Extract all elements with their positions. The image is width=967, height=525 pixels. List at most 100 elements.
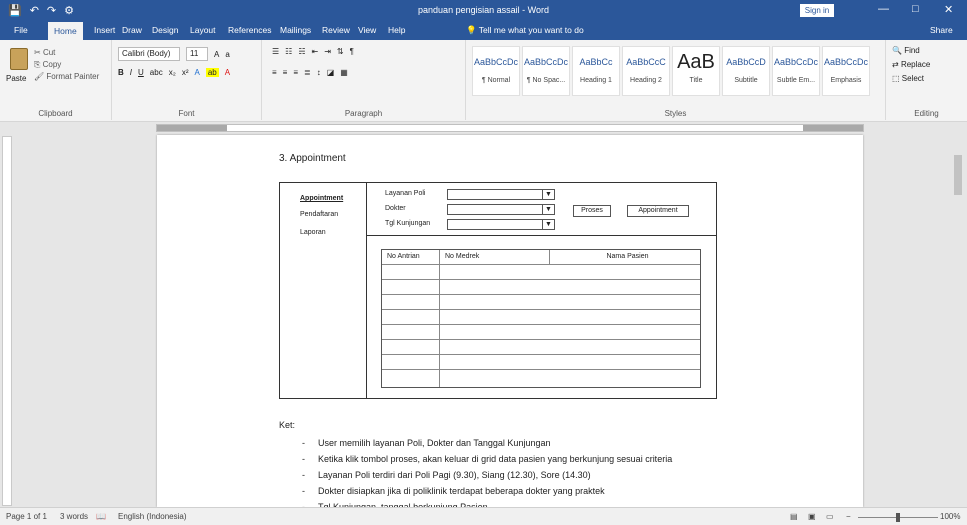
- notes-title: Ket:: [279, 420, 296, 430]
- share-button[interactable]: Share: [930, 25, 953, 35]
- bullets-icon[interactable]: ☰: [272, 47, 279, 56]
- grid-cell: [382, 265, 440, 279]
- maximize-button[interactable]: □: [912, 3, 919, 15]
- mockup-label-tgl-kunjungan: Tgl Kunjungan: [385, 220, 431, 227]
- mockup-select-dokter: ▼: [447, 204, 555, 215]
- cut-button[interactable]: ✂ Cut: [34, 48, 55, 57]
- tab-mailings[interactable]: Mailings: [280, 25, 311, 35]
- tab-insert[interactable]: Insert: [94, 25, 115, 35]
- dropdown-arrow-icon: ▼: [542, 220, 554, 229]
- italic-icon[interactable]: I: [130, 68, 132, 77]
- grid-header-no-medrek: No Medrek: [440, 250, 550, 264]
- style-title[interactable]: AaB Title: [672, 46, 720, 96]
- multilevel-icon[interactable]: ☵: [298, 47, 305, 56]
- horizontal-ruler[interactable]: [0, 122, 967, 134]
- subscript-icon[interactable]: x₂: [169, 68, 176, 77]
- tab-review[interactable]: Review: [322, 25, 350, 35]
- style-heading-2[interactable]: AaBbCcC Heading 2: [622, 46, 670, 96]
- language[interactable]: English (Indonesia): [118, 512, 186, 521]
- align-center-icon[interactable]: ≡: [283, 68, 288, 77]
- replace-button[interactable]: ⇄ Replace: [892, 60, 930, 69]
- style-name: Subtitle: [734, 77, 758, 84]
- numbering-icon[interactable]: ☷: [285, 47, 292, 56]
- format-painter-button[interactable]: 🖌 Format Painter: [34, 72, 99, 81]
- justify-icon[interactable]: ≣: [304, 68, 311, 77]
- paragraph-row-1: ☰ ☷ ☵ ⇤ ⇥ ⇅ ¶: [272, 47, 354, 56]
- line-spacing-icon[interactable]: ↕: [317, 68, 321, 77]
- font-size-select[interactable]: 11: [186, 47, 208, 61]
- style-heading-1[interactable]: AaBbCc Heading 1: [572, 46, 620, 96]
- minimize-button[interactable]: —: [878, 3, 889, 15]
- tab-home[interactable]: Home: [48, 22, 83, 40]
- tab-references[interactable]: References: [228, 25, 271, 35]
- borders-icon[interactable]: ▦: [340, 68, 348, 77]
- section-heading: 3. Appointment: [279, 153, 346, 164]
- web-layout-icon[interactable]: ▭: [826, 512, 834, 521]
- zoom-level[interactable]: 100%: [940, 512, 960, 521]
- pilcrow-icon[interactable]: ¶: [350, 47, 354, 56]
- paste-button[interactable]: Paste: [6, 74, 26, 83]
- grid-row: [382, 325, 700, 340]
- word-count[interactable]: 3 words: [60, 512, 88, 521]
- grid-row: [382, 340, 700, 355]
- superscript-icon[interactable]: x²: [182, 68, 189, 77]
- zoom-slider-thumb[interactable]: [896, 513, 900, 522]
- text-effects-icon[interactable]: A: [194, 68, 199, 77]
- proofing-icon[interactable]: 📖: [96, 512, 106, 521]
- copy-button[interactable]: ⎘ Copy: [34, 60, 61, 70]
- style-normal[interactable]: AaBbCcDc ¶ Normal: [472, 46, 520, 96]
- style-sample: AaB: [677, 51, 715, 73]
- increase-indent-icon[interactable]: ⇥: [324, 47, 331, 56]
- grid-cell: [382, 340, 440, 354]
- style-subtle-emphasis[interactable]: AaBbCcDc Subtle Em...: [772, 46, 820, 96]
- select-button[interactable]: ⬚ Select: [892, 74, 924, 83]
- page-count[interactable]: Page 1 of 1: [6, 512, 47, 521]
- bold-icon[interactable]: B: [118, 68, 124, 77]
- grid-cell: [382, 310, 440, 324]
- shrink-font-icon[interactable]: a: [225, 50, 229, 59]
- highlight-icon[interactable]: ab: [205, 68, 219, 77]
- grid-row: [382, 370, 700, 387]
- scrollbar-thumb[interactable]: [954, 155, 962, 195]
- style-emphasis[interactable]: AaBbCcDc Emphasis: [822, 46, 870, 96]
- paste-icon[interactable]: [10, 48, 28, 70]
- tab-file[interactable]: File: [14, 25, 28, 35]
- decrease-indent-icon[interactable]: ⇤: [312, 47, 319, 56]
- sort-icon[interactable]: ⇅: [337, 47, 344, 56]
- editing-group: 🔍 Find ⇄ Replace ⬚ Select Editing: [886, 40, 967, 120]
- format-painter-label: Format Painter: [46, 72, 100, 81]
- sign-in-button[interactable]: Sign in: [800, 4, 834, 17]
- close-button[interactable]: ✕: [944, 3, 953, 16]
- align-right-icon[interactable]: ≡: [293, 68, 298, 77]
- tab-design[interactable]: Design: [152, 25, 178, 35]
- vertical-ruler[interactable]: [2, 136, 12, 506]
- underline-icon[interactable]: U: [138, 68, 144, 77]
- dropdown-arrow-icon: ▼: [542, 190, 554, 199]
- style-subtitle[interactable]: AaBbCcD Subtitle: [722, 46, 770, 96]
- font-family-select[interactable]: Calibri (Body): [118, 47, 180, 61]
- grow-font-icon[interactable]: A: [214, 50, 219, 59]
- tab-draw[interactable]: Draw: [122, 25, 142, 35]
- zoom-out-icon[interactable]: −: [846, 512, 851, 521]
- find-button[interactable]: 🔍 Find: [892, 46, 920, 55]
- style-sample: AaBbCcC: [626, 57, 666, 67]
- align-left-icon[interactable]: ≡: [272, 68, 277, 77]
- note-item: User memilih layanan Poli, Dokter dan Ta…: [302, 435, 672, 451]
- clipboard-group: Paste ✂ Cut ⎘ Copy 🖌 Format Painter Clip…: [0, 40, 112, 120]
- print-layout-icon[interactable]: ▣: [808, 512, 816, 521]
- grid-cell: [382, 295, 440, 309]
- style-name: Subtle Em...: [776, 77, 816, 84]
- tab-help[interactable]: Help: [388, 25, 405, 35]
- shading-icon[interactable]: ◪: [327, 68, 335, 77]
- document-page[interactable]: 3. Appointment Appointment Pendaftaran L…: [157, 135, 863, 515]
- style-no-spacing[interactable]: AaBbCcDc ¶ No Spac...: [522, 46, 570, 96]
- tell-me-search[interactable]: 💡 Tell me what you want to do: [466, 25, 584, 36]
- select-label: Select: [901, 74, 925, 83]
- tab-view[interactable]: View: [358, 25, 376, 35]
- font-color-icon[interactable]: A: [225, 68, 230, 77]
- strikethrough-icon[interactable]: abc: [150, 68, 163, 77]
- vertical-scrollbar[interactable]: [952, 135, 964, 507]
- read-mode-icon[interactable]: ▤: [790, 512, 798, 521]
- tab-layout[interactable]: Layout: [190, 25, 216, 35]
- replace-label: Replace: [900, 60, 931, 69]
